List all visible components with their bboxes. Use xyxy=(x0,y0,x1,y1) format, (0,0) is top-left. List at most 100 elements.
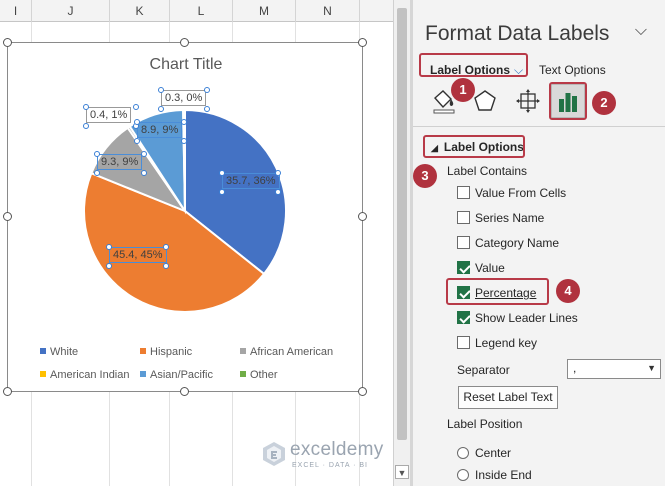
chart-resize-handle[interactable] xyxy=(180,387,189,396)
size-properties-icon[interactable] xyxy=(513,86,543,116)
column-header-j[interactable]: J xyxy=(32,0,110,22)
chevron-down-icon[interactable]: ⌵ xyxy=(631,22,651,46)
selection-handle[interactable] xyxy=(181,119,187,125)
scrollbar-thumb[interactable] xyxy=(397,8,407,440)
selection-handle[interactable] xyxy=(204,106,210,112)
selection-handle[interactable] xyxy=(204,87,210,93)
checkbox-value[interactable]: Value xyxy=(457,261,505,279)
legend-entry-hispanic[interactable]: Hispanic xyxy=(140,346,192,358)
chart-resize-handle[interactable] xyxy=(3,38,12,47)
data-label-hispanic[interactable]: 45.4, 45% xyxy=(109,247,167,263)
pie-chart[interactable]: Chart Title 0.4, 1% 0.3, 0% 8.9, 9% 9.3,… xyxy=(7,42,363,392)
checkbox-series-name[interactable]: Series Name xyxy=(457,211,544,229)
checkbox-box[interactable] xyxy=(457,211,470,224)
selection-handle[interactable] xyxy=(94,151,100,157)
legend-entry-white[interactable]: White xyxy=(40,346,78,358)
radio-inside-end[interactable]: Inside End xyxy=(457,468,532,486)
selection-handle[interactable] xyxy=(158,87,164,93)
data-label-african-american[interactable]: 0.4, 1% xyxy=(86,107,132,123)
legend-swatch xyxy=(40,348,46,354)
selection-handle[interactable] xyxy=(141,151,147,157)
tab-text-options[interactable]: Text Options xyxy=(539,59,606,77)
data-label-american-indian[interactable]: 0.3, 0% xyxy=(161,90,207,106)
fill-line-icon[interactable] xyxy=(429,86,459,116)
legend-swatch xyxy=(140,371,146,377)
radio-center[interactable]: Center xyxy=(457,446,511,464)
legend-entry-american-indian[interactable]: American Indian xyxy=(40,369,130,381)
exceldemy-watermark: exceldemy EXCEL · DATA · BI xyxy=(262,437,392,473)
watermark-name: exceldemy xyxy=(290,439,384,460)
checkbox-category-name[interactable]: Category Name xyxy=(457,236,559,254)
selection-handle[interactable] xyxy=(219,189,225,195)
chart-resize-handle[interactable] xyxy=(3,212,12,221)
selection-handle[interactable] xyxy=(163,263,169,269)
legend-swatch xyxy=(240,348,246,354)
worksheet[interactable]: I J K L M N Chart Title 0.4, 1% 0.3, 0% … xyxy=(0,0,393,486)
step-badge-2: 2 xyxy=(592,91,616,115)
vertical-scrollbar[interactable]: ▼ xyxy=(393,0,410,486)
column-header-k[interactable]: K xyxy=(110,0,170,22)
legend-entry-african-american[interactable]: African American xyxy=(240,346,333,358)
chart-resize-handle[interactable] xyxy=(180,38,189,47)
selection-handle[interactable] xyxy=(94,170,100,176)
checkbox-legend-key[interactable]: Legend key xyxy=(457,336,537,354)
highlight-box-2 xyxy=(549,82,587,120)
selection-handle[interactable] xyxy=(106,244,112,250)
legend-entry-other[interactable]: Other xyxy=(240,369,278,381)
legend-swatch xyxy=(240,371,246,377)
selection-handle[interactable] xyxy=(83,104,89,110)
selection-handle[interactable] xyxy=(134,119,140,125)
checkmark-icon[interactable] xyxy=(457,261,470,274)
exceldemy-logo-icon xyxy=(263,442,285,466)
watermark-tagline: EXCEL · DATA · BI xyxy=(292,462,368,469)
effects-pentagon-icon[interactable] xyxy=(470,86,500,116)
checkbox-box[interactable] xyxy=(457,236,470,249)
radio-button[interactable] xyxy=(457,469,469,481)
data-label-white[interactable]: 35.7, 36% xyxy=(222,173,280,189)
selection-handle[interactable] xyxy=(181,138,187,144)
chart-resize-handle[interactable] xyxy=(3,387,12,396)
divider xyxy=(413,126,665,127)
selection-handle[interactable] xyxy=(163,244,169,250)
reset-label-text-button[interactable]: Reset Label Text xyxy=(458,386,558,409)
data-label-asian-pacific[interactable]: 8.9, 9% xyxy=(137,122,183,138)
dropdown-arrow-icon[interactable]: ▼ xyxy=(647,363,656,373)
legend-swatch xyxy=(40,371,46,377)
selection-handle[interactable] xyxy=(83,123,89,129)
checkbox-show-leader-lines[interactable]: Show Leader Lines xyxy=(457,311,578,329)
pane-title: Format Data Labels xyxy=(425,22,610,45)
checkmark-icon[interactable] xyxy=(457,311,470,324)
step-badge-4: 4 xyxy=(556,279,580,303)
separator-label: Separator xyxy=(457,363,510,377)
column-header-m[interactable]: M xyxy=(233,0,296,22)
column-header-l[interactable]: L xyxy=(170,0,233,22)
selection-handle[interactable] xyxy=(134,138,140,144)
highlight-box-4 xyxy=(446,278,549,305)
separator-dropdown[interactable]: , ▼ xyxy=(567,359,661,379)
data-label-other[interactable]: 9.3, 9% xyxy=(97,154,143,170)
chart-resize-handle[interactable] xyxy=(358,212,367,221)
selection-handle[interactable] xyxy=(219,170,225,176)
checkbox-value-from-cells[interactable]: Value From Cells xyxy=(457,186,566,204)
selection-handle[interactable] xyxy=(275,189,281,195)
selection-handle[interactable] xyxy=(158,106,164,112)
selection-handle[interactable] xyxy=(133,104,139,110)
legend-entry-asian-pacific[interactable]: Asian/Pacific xyxy=(140,369,213,381)
legend-swatch xyxy=(140,348,146,354)
column-header-i[interactable]: I xyxy=(0,0,32,22)
column-header-bar: I J K L M N xyxy=(0,0,393,22)
label-position-heading: Label Position xyxy=(447,417,523,431)
chart-resize-handle[interactable] xyxy=(358,387,367,396)
selection-handle[interactable] xyxy=(106,263,112,269)
chart-resize-handle[interactable] xyxy=(358,38,367,47)
radio-button[interactable] xyxy=(457,447,469,459)
scroll-down-icon[interactable]: ▼ xyxy=(395,465,409,479)
format-data-labels-pane: Format Data Labels ⌵ Label Options ⌵ Text… xyxy=(413,0,665,486)
checkbox-box[interactable] xyxy=(457,336,470,349)
selection-handle[interactable] xyxy=(275,170,281,176)
column-header-n[interactable]: N xyxy=(296,0,360,22)
highlight-box-1 xyxy=(419,53,528,77)
selection-handle[interactable] xyxy=(141,170,147,176)
checkbox-box[interactable] xyxy=(457,186,470,199)
label-contains-heading: Label Contains xyxy=(447,164,528,178)
